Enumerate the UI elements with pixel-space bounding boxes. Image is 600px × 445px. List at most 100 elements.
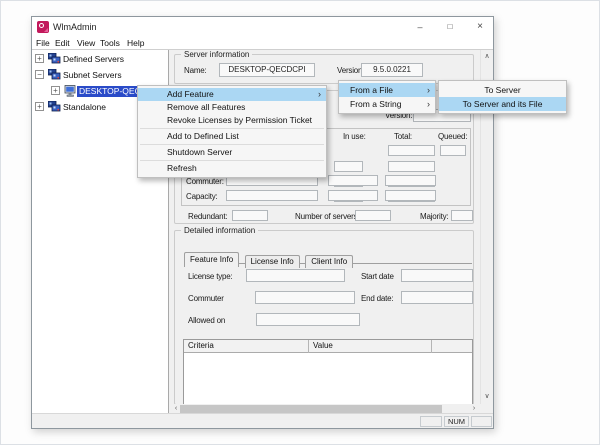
collapse-icon[interactable]: − [35, 70, 44, 79]
number-of-servers-label: Number of servers: [295, 212, 359, 221]
criteria-table-header: Criteria Value [184, 340, 472, 353]
server-group-icon [48, 53, 61, 65]
total-field [388, 161, 435, 172]
majority-label: Majority: [420, 212, 448, 221]
in-use-field [334, 161, 363, 172]
expand-icon[interactable]: + [35, 102, 44, 111]
column-header-blank[interactable] [432, 340, 472, 353]
menu-separator [140, 144, 324, 145]
menu-item-refresh[interactable]: Refresh [138, 162, 326, 175]
close-button[interactable]: × [465, 17, 495, 38]
queued-label: Queued: [438, 132, 467, 141]
start-date-field [401, 269, 473, 282]
menu-item-add-feature[interactable]: Add Feature › [138, 88, 326, 101]
scroll-down-icon[interactable]: ∨ [482, 392, 492, 402]
menu-item-to-server-and-its-file[interactable]: To Server and its File [439, 97, 566, 111]
end-date-label: End date: [361, 294, 393, 303]
detail-tabstrip: Feature Info License Info Client Info [184, 248, 472, 264]
capacity-field [328, 190, 378, 201]
menu-item-label: Add to Defined List [167, 131, 239, 141]
menu-item-add-to-defined-list[interactable]: Add to Defined List [138, 130, 326, 143]
end-date-field [401, 291, 473, 304]
expand-icon[interactable]: + [35, 54, 44, 63]
tree-label: Defined Servers [63, 54, 124, 65]
status-pane-num: NUM [444, 416, 469, 427]
tab-license-info[interactable]: License Info [245, 255, 300, 268]
tab-client-info[interactable]: Client Info [305, 255, 353, 268]
redundant-label: Redundant: [188, 212, 227, 221]
menu-separator [140, 128, 324, 129]
minimize-icon: – [417, 22, 422, 32]
add-feature-submenu: From a File › From a String › [338, 80, 436, 114]
redundant-field [232, 210, 268, 221]
in-use-label: In use: [343, 132, 366, 141]
server-name-field: DESKTOP-QECDCPI [219, 63, 315, 77]
commuter-detail-field [255, 291, 355, 304]
criteria-table: Criteria Value [183, 339, 473, 405]
app-icon-gem [39, 23, 44, 28]
commuter-field [385, 175, 436, 186]
server-information-legend: Server information [181, 50, 252, 59]
server-group-icon [48, 101, 61, 113]
maximize-icon: □ [448, 22, 453, 31]
submenu-arrow-icon: › [318, 88, 321, 101]
menu-item-label: To Server and its File [463, 99, 543, 109]
total-field [388, 145, 435, 156]
server-context-menu: Add Feature › Remove all Features Revoke… [137, 85, 327, 178]
menu-item-label: Refresh [167, 163, 197, 173]
capacity-field [385, 190, 436, 201]
name-label: Name: [184, 66, 207, 75]
submenu-arrow-icon: › [427, 83, 430, 97]
column-header-criteria[interactable]: Criteria [184, 340, 309, 353]
majority-field [451, 210, 473, 221]
screenshot-canvas: WlmAdmin – □ × File Edit View Tools Help… [0, 0, 600, 445]
maximize-button[interactable]: □ [435, 17, 465, 38]
column-header-value[interactable]: Value [309, 340, 432, 353]
statusbar: NUM [32, 413, 493, 428]
scroll-up-icon[interactable]: ∧ [482, 52, 492, 62]
menu-item-label: Remove all Features [167, 102, 245, 112]
tree-row-defined-servers[interactable]: + Defined Servers [32, 51, 168, 67]
menu-item-from-a-string[interactable]: From a String › [339, 97, 435, 111]
tree-row-subnet-servers[interactable]: − Subnet Servers [32, 67, 168, 83]
server-version-field: 9.5.0.0221 [361, 63, 423, 77]
computer-icon [64, 85, 77, 97]
menu-item-remove-all-features[interactable]: Remove all Features [138, 101, 326, 114]
menu-item-revoke-licenses[interactable]: Revoke Licenses by Permission Ticket [138, 114, 326, 127]
menu-item-label: Revoke Licenses by Permission Ticket [167, 115, 312, 125]
menu-item-to-server[interactable]: To Server [439, 83, 566, 97]
allowed-on-field [256, 313, 360, 326]
capacity-field [226, 190, 318, 201]
server-group-icon [48, 69, 61, 81]
capacity-label: Capacity: [186, 192, 218, 201]
license-type-label: License type: [188, 272, 233, 281]
window-title: WlmAdmin [53, 22, 97, 32]
app-icon [37, 21, 49, 33]
menu-item-shutdown-server[interactable]: Shutdown Server [138, 146, 326, 159]
scrollbar-thumb[interactable] [180, 405, 442, 413]
close-icon: × [477, 21, 483, 32]
menu-separator [140, 160, 324, 161]
wlmadmin-window: WlmAdmin – □ × File Edit View Tools Help… [31, 16, 494, 429]
minimize-button[interactable]: – [405, 17, 435, 38]
commuter-detail-label: Commuter [188, 294, 224, 303]
menu-item-label: To Server [484, 85, 520, 95]
allowed-on-label: Allowed on [188, 316, 225, 325]
detailed-information-group: Detailed information Feature Info Licens… [174, 230, 474, 405]
start-date-label: Start date [361, 272, 394, 281]
menu-item-from-a-file[interactable]: From a File › [339, 83, 435, 97]
tab-feature-info[interactable]: Feature Info [184, 252, 239, 267]
commuter-field [328, 175, 378, 186]
tree-label: Standalone [63, 102, 106, 113]
commuter-label: Commuter: [186, 177, 224, 186]
status-pane [471, 416, 492, 427]
from-a-file-submenu: To Server To Server and its File [438, 80, 567, 114]
menu-item-label: Shutdown Server [167, 147, 232, 157]
expand-icon[interactable]: + [51, 86, 60, 95]
titlebar[interactable]: WlmAdmin – □ × [32, 17, 493, 38]
detailed-information-legend: Detailed information [181, 226, 258, 235]
total-label: Total: [394, 132, 412, 141]
number-of-servers-field [355, 210, 391, 221]
menu-item-label: From a File [350, 85, 393, 95]
menu-item-label: From a String [350, 99, 402, 109]
